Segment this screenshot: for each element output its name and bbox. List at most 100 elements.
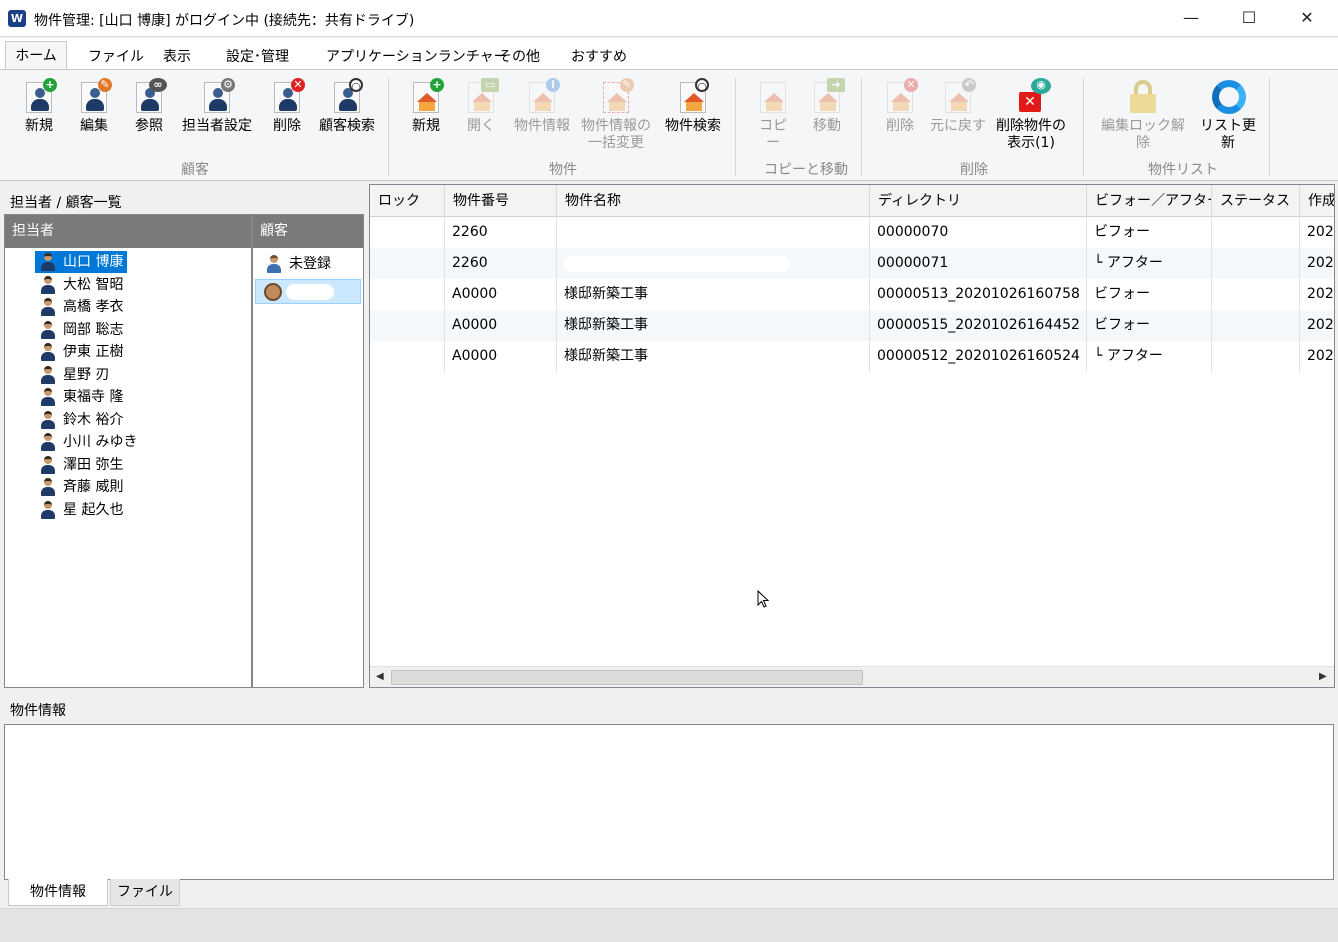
- staff-item[interactable]: 高橋 孝衣: [35, 296, 123, 318]
- customer-search-button[interactable]: ○ 顧客検索: [315, 78, 379, 135]
- customer-new-button[interactable]: + 新規: [20, 78, 58, 135]
- column-header-number[interactable]: 物件番号: [445, 185, 557, 217]
- tab-view[interactable]: 表示: [161, 46, 193, 70]
- cell-status: [1212, 310, 1300, 341]
- title-bar: W 物件管理: [山口 博康] がログイン中 (接続先：共有ドライブ) — ☐ …: [0, 0, 1338, 37]
- cell-name: [557, 248, 870, 279]
- property-info-button[interactable]: i 物件情報: [510, 78, 574, 135]
- staff-item[interactable]: 岡部 聡志: [35, 319, 123, 341]
- table-row[interactable]: A0000 様邸新築工事 00000513_20201026160758 ビフォ…: [370, 279, 1334, 310]
- staff-column-header: 担当者: [5, 215, 251, 248]
- customer-item[interactable]: 未登録: [261, 253, 331, 275]
- staff-item[interactable]: 小川 みゆき: [35, 431, 137, 453]
- cell-before-after: ビフォー: [1087, 310, 1212, 341]
- status-bar: [0, 908, 1338, 942]
- staff-person-icon: [40, 253, 56, 271]
- staff-name: 東福寺 隆: [63, 389, 124, 405]
- staff-item[interactable]: 大松 智昭: [35, 274, 123, 296]
- cell-name: [557, 217, 870, 248]
- tab-recommended[interactable]: おすすめ: [569, 46, 629, 70]
- staff-item[interactable]: 鈴木 裕介: [35, 409, 123, 431]
- customer-view-button[interactable]: ∞ 参照: [130, 78, 168, 135]
- ribbon-tabs: ホーム ファイル 表示 設定･管理 アプリケーションランチャー その他 おすすめ: [0, 38, 1338, 71]
- refresh-list-button[interactable]: リスト更新: [1195, 78, 1261, 152]
- customer-item-selected[interactable]: [255, 279, 361, 304]
- property-new-label: 新規: [412, 118, 440, 134]
- property-open-button[interactable]: ▭ 開く: [462, 78, 500, 135]
- table-row[interactable]: 2260 00000071 └ アフター 2020: [370, 248, 1334, 279]
- tab-property-info[interactable]: 物件情報: [8, 879, 108, 906]
- assign-staff-button[interactable]: ⚙ 担当者設定: [178, 78, 256, 135]
- unlock-edit-button[interactable]: 編集ロック解除: [1095, 78, 1191, 152]
- tab-app-launcher[interactable]: アプリケーションランチャー: [324, 46, 510, 70]
- customer-edit-button[interactable]: ✎ 編集: [75, 78, 113, 135]
- column-header-status[interactable]: ステータス: [1212, 185, 1300, 217]
- staff-item[interactable]: 星 起久也: [35, 499, 123, 521]
- staff-item[interactable]: 星野 刃: [35, 364, 109, 386]
- app-logo-icon: W: [8, 10, 26, 27]
- copy-move-group-label: コピーと移動: [764, 162, 848, 178]
- maximize-button[interactable]: ☐: [1220, 0, 1278, 37]
- property-delete-button[interactable]: ✕ 削除: [881, 78, 919, 135]
- column-header-name[interactable]: 物件名称: [557, 185, 870, 217]
- show-deleted-button[interactable]: ✕ ◉ 削除物件の 表示(1): [993, 78, 1069, 152]
- tab-settings[interactable]: 設定･管理: [224, 46, 291, 70]
- staff-item[interactable]: 斉藤 威則: [35, 476, 123, 498]
- property-grid: ロック 物件番号 物件名称 ディレクトリ ビフォー／アフター ステータス 作成 …: [369, 184, 1335, 688]
- move-button[interactable]: ➜ 移動: [808, 78, 846, 135]
- scroll-right-icon[interactable]: ▶: [1319, 671, 1327, 682]
- column-header-lock[interactable]: ロック: [370, 185, 445, 217]
- undo-icon: ↶: [940, 78, 976, 114]
- cell-created: 2020: [1307, 348, 1334, 364]
- close-button[interactable]: ✕: [1278, 0, 1336, 37]
- tab-other[interactable]: その他: [496, 46, 542, 70]
- copy-button[interactable]: コピー: [754, 78, 792, 152]
- cell-created: 2020: [1307, 317, 1334, 333]
- minimize-button[interactable]: —: [1162, 0, 1220, 37]
- scroll-left-icon[interactable]: ◀: [376, 671, 384, 682]
- customer-name: [286, 284, 334, 300]
- scrollbar-thumb[interactable]: [391, 670, 863, 685]
- tab-files[interactable]: ファイル: [110, 879, 180, 906]
- tab-home[interactable]: ホーム: [5, 41, 67, 71]
- table-row[interactable]: A0000 様邸新築工事 00000515_20201026164452 ビフォ…: [370, 310, 1334, 341]
- horizontal-scrollbar[interactable]: ◀ ▶: [370, 666, 1334, 687]
- table-row[interactable]: A0000 様邸新築工事 00000512_20201026160524 └ ア…: [370, 341, 1334, 372]
- staff-person-icon: [40, 321, 56, 339]
- bulk-edit-icon: ✎: [598, 78, 634, 114]
- property-search-button[interactable]: ○ 物件検索: [661, 78, 725, 135]
- staff-name: 山口 博康: [63, 254, 124, 270]
- cell-name: 様邸新築工事: [557, 341, 870, 372]
- table-row[interactable]: 2260 00000070 ビフォー 2020: [370, 217, 1334, 248]
- panel-divider[interactable]: [251, 215, 253, 687]
- staff-item[interactable]: 山口 博康: [35, 251, 128, 273]
- restore-label: 元に戻す: [930, 118, 986, 134]
- copy-label: コピー: [759, 118, 787, 151]
- staff-person-icon: [40, 298, 56, 316]
- staff-person-icon: [40, 388, 56, 406]
- tab-file[interactable]: ファイル: [86, 46, 146, 70]
- staff-item[interactable]: 伊東 正樹: [35, 341, 123, 363]
- ribbon: + 新規 ✎ 編集 ∞ 参照 ⚙ 担当者設定 ✕ 削除 ○ 顧客検索 顧客 + …: [0, 69, 1338, 181]
- property-bulk-edit-button[interactable]: ✎ 物件情報の 一括変更: [578, 78, 654, 152]
- cell-status: [1212, 279, 1300, 310]
- customer-delete-button[interactable]: ✕ 削除: [268, 78, 306, 135]
- staff-item[interactable]: 澤田 弥生: [35, 454, 123, 476]
- show-deleted-icon: ✕ ◉: [1013, 78, 1051, 114]
- staff-person-icon: [40, 343, 56, 361]
- cell-lock: [370, 217, 445, 248]
- column-header-before-after[interactable]: ビフォー／アフター: [1087, 185, 1212, 217]
- move-label: 移動: [813, 118, 841, 134]
- property-info-icon: i: [524, 78, 560, 114]
- staff-name: 星 起久也: [63, 502, 124, 518]
- restore-button[interactable]: ↶ 元に戻す: [929, 78, 987, 135]
- customer-person-icon: [266, 255, 282, 273]
- property-new-button[interactable]: + 新規: [407, 78, 445, 135]
- staff-item[interactable]: 東福寺 隆: [35, 386, 123, 408]
- column-header-created[interactable]: 作成: [1300, 185, 1334, 217]
- column-header-directory[interactable]: ディレクトリ: [870, 185, 1087, 217]
- folder-open-icon: ▭: [463, 78, 499, 114]
- cell-lock: [370, 341, 445, 372]
- property-search-label: 物件検索: [665, 118, 721, 134]
- cell-before-after: └ アフター: [1087, 248, 1212, 279]
